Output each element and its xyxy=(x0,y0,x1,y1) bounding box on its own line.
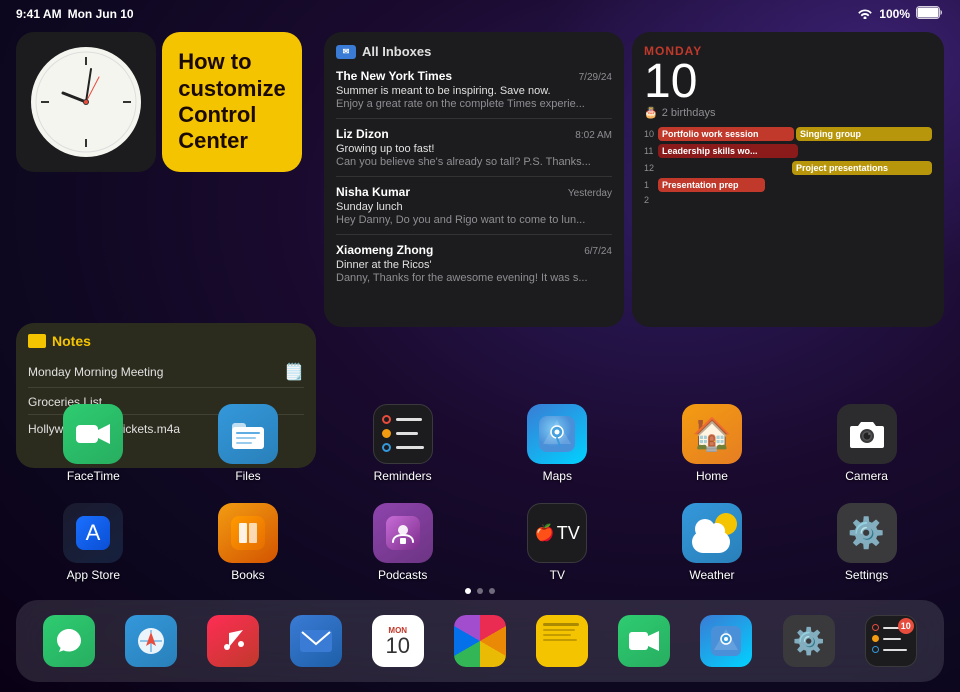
mail-widget[interactable]: ✉ All Inboxes The New York Times 7/29/24… xyxy=(324,32,624,327)
facetime-label: FaceTime xyxy=(67,469,120,483)
app-books[interactable]: Books xyxy=(208,503,288,582)
page-dot-3[interactable] xyxy=(489,588,495,594)
settings-label: Settings xyxy=(845,568,888,582)
notes-folder-icon xyxy=(28,334,46,348)
camera-icon xyxy=(837,404,897,464)
mail-item-2[interactable]: Liz Dizon 8:02 AM Growing up too fast! C… xyxy=(336,127,612,177)
app-camera[interactable]: Camera xyxy=(827,404,907,483)
tv-label: TV xyxy=(550,568,565,582)
appstore-icon: A xyxy=(63,503,123,563)
howto-text: How to customize Control Center xyxy=(178,49,286,155)
app-row-1: FaceTime Files xyxy=(16,404,944,483)
weather-icon xyxy=(682,503,742,563)
app-tv[interactable]: 🍎TV TV xyxy=(517,503,597,582)
reminders-label: Reminders xyxy=(374,469,432,483)
maps-label: Maps xyxy=(543,469,572,483)
app-appstore[interactable]: A App Store xyxy=(53,503,133,582)
dock-settings[interactable]: ⚙️ xyxy=(783,615,835,667)
dock-facetime[interactable] xyxy=(618,615,670,667)
books-icon xyxy=(218,503,278,563)
wifi-icon xyxy=(857,7,873,22)
dock-messages[interactable] xyxy=(43,615,95,667)
books-label: Books xyxy=(231,568,264,582)
dock: MON 10 ⚙️ xyxy=(16,600,944,682)
page-dots xyxy=(465,588,495,594)
dock-safari[interactable] xyxy=(125,615,177,667)
status-right: 100% xyxy=(857,6,944,22)
dock-photos[interactable] xyxy=(454,615,506,667)
calendar-birthdays: 🎂 2 birthdays xyxy=(644,106,932,119)
notes-header: Notes xyxy=(28,333,304,349)
dock-maps[interactable] xyxy=(700,615,752,667)
app-maps[interactable]: Maps xyxy=(517,404,597,483)
notes-title: Notes xyxy=(52,333,91,349)
calendar-widget[interactable]: MONDAY 10 🎂 2 birthdays 10 Portfolio wor… xyxy=(632,32,944,327)
gear-icon: ⚙️ xyxy=(848,516,885,551)
dock-mail[interactable] xyxy=(290,615,342,667)
maps-icon xyxy=(527,404,587,464)
weather-label: Weather xyxy=(689,568,734,582)
page-dot-2[interactable] xyxy=(477,588,483,594)
app-weather[interactable]: Weather xyxy=(672,503,752,582)
notes-item-1[interactable]: Monday Morning Meeting 🗒️ xyxy=(28,357,304,388)
app-reminders[interactable]: Reminders xyxy=(363,404,443,483)
home-label: Home xyxy=(696,469,728,483)
reminders-badge: 10 xyxy=(898,618,914,634)
dock-music[interactable] xyxy=(207,615,259,667)
event-portfolio: Portfolio work session xyxy=(658,127,794,141)
clock-face xyxy=(31,47,141,157)
app-podcasts[interactable]: Podcasts xyxy=(363,503,443,582)
appstore-label: App Store xyxy=(67,568,120,582)
mail-item-4[interactable]: Xiaomeng Zhong 6/7/24 Dinner at the Rico… xyxy=(336,243,612,292)
podcasts-icon xyxy=(373,503,433,563)
app-home[interactable]: 🏠 Home xyxy=(672,404,752,483)
tv-icon: 🍎TV xyxy=(527,503,587,563)
podcasts-label: Podcasts xyxy=(378,568,427,582)
app-facetime[interactable]: FaceTime xyxy=(53,404,133,483)
facetime-icon xyxy=(63,404,123,464)
event-leadership: Leadership skills wo... xyxy=(658,144,798,158)
files-icon xyxy=(218,404,278,464)
app-files[interactable]: Files xyxy=(208,404,288,483)
mail-item-1[interactable]: The New York Times 7/29/24 Summer is mea… xyxy=(336,69,612,119)
settings-icon: ⚙️ xyxy=(837,503,897,563)
dock-calendar[interactable]: MON 10 xyxy=(372,615,424,667)
photos-wheel xyxy=(454,615,506,667)
time-display: 9:41 AM xyxy=(16,7,62,21)
status-left: 9:41 AM Mon Jun 10 xyxy=(16,7,134,21)
clock-widget[interactable] xyxy=(16,32,156,172)
status-bar: 9:41 AM Mon Jun 10 100% xyxy=(0,0,960,28)
dock-notes[interactable] xyxy=(536,615,588,667)
date-display: Mon Jun 10 xyxy=(68,7,134,21)
mail-header: ✉ All Inboxes xyxy=(336,44,612,59)
battery-display: 100% xyxy=(879,7,910,21)
mail-item-3[interactable]: Nisha Kumar Yesterday Sunday lunch Hey D… xyxy=(336,185,612,235)
svg-text:A: A xyxy=(86,520,101,545)
battery-icon xyxy=(916,6,944,22)
app-row-2: A App Store Books xyxy=(16,503,944,582)
app-settings[interactable]: ⚙️ Settings xyxy=(827,503,907,582)
app-grid: FaceTime Files xyxy=(16,404,944,582)
calendar-events: 10 Portfolio work session Singing group … xyxy=(644,127,932,205)
mail-icon: ✉ xyxy=(336,45,356,59)
howto-widget[interactable]: How to customize Control Center xyxy=(162,32,302,172)
event-singing: Singing group xyxy=(796,127,932,141)
widgets-area: How to customize Control Center Notes Mo… xyxy=(16,32,944,327)
home-icon: 🏠 xyxy=(682,404,742,464)
calendar-header: MONDAY 10 🎂 2 birthdays xyxy=(644,44,932,119)
event-project: Project presentations xyxy=(792,161,932,175)
dock-reminders[interactable]: 10 xyxy=(865,615,917,667)
left-widgets: How to customize Control Center Notes Mo… xyxy=(16,32,316,327)
reminders-icon xyxy=(373,404,433,464)
page-dot-1[interactable] xyxy=(465,588,471,594)
files-label: Files xyxy=(235,469,260,483)
camera-label: Camera xyxy=(845,469,888,483)
cloud-main xyxy=(692,531,730,553)
top-widgets: How to customize Control Center xyxy=(16,32,316,172)
weather-icon-inner xyxy=(687,513,737,553)
event-presentation: Presentation prep xyxy=(658,178,765,192)
